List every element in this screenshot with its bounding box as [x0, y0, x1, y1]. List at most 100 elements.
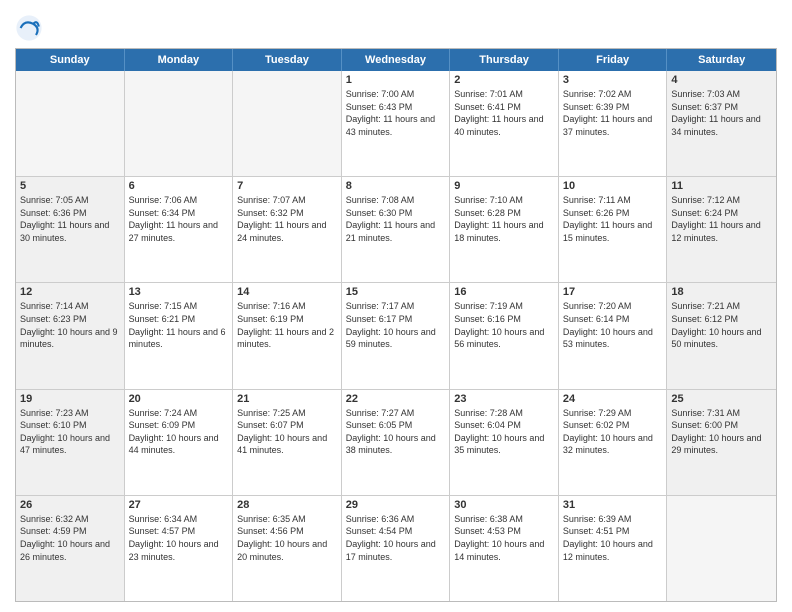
day-info: Sunrise: 7:14 AMSunset: 6:23 PMDaylight:… [20, 300, 120, 350]
day-cell-9: 9 Sunrise: 7:10 AMSunset: 6:28 PMDaylight… [450, 177, 559, 282]
empty-cell [125, 71, 234, 176]
day-number: 19 [20, 393, 120, 405]
day-info: Sunrise: 7:03 AMSunset: 6:37 PMDaylight:… [671, 88, 772, 138]
calendar-week-3: 12 Sunrise: 7:14 AMSunset: 6:23 PMDayligh… [16, 282, 776, 388]
day-number: 11 [671, 180, 772, 192]
logo-icon [15, 14, 43, 42]
day-info: Sunrise: 7:27 AMSunset: 6:05 PMDaylight:… [346, 407, 446, 457]
day-number: 6 [129, 180, 229, 192]
calendar-week-2: 5 Sunrise: 7:05 AMSunset: 6:36 PMDaylight… [16, 176, 776, 282]
day-info: Sunrise: 6:36 AMSunset: 4:54 PMDaylight:… [346, 513, 446, 563]
calendar-week-4: 19 Sunrise: 7:23 AMSunset: 6:10 PMDayligh… [16, 389, 776, 495]
day-cell-15: 15 Sunrise: 7:17 AMSunset: 6:17 PMDayligh… [342, 283, 451, 388]
day-cell-23: 23 Sunrise: 7:28 AMSunset: 6:04 PMDayligh… [450, 390, 559, 495]
day-cell-12: 12 Sunrise: 7:14 AMSunset: 6:23 PMDayligh… [16, 283, 125, 388]
day-cell-13: 13Sunrise: 7:15 AMSunset: 6:21 PMDayligh… [125, 283, 234, 388]
header [15, 10, 777, 42]
day-number: 16 [454, 286, 554, 298]
day-number: 23 [454, 393, 554, 405]
day-cell-4: 4 Sunrise: 7:03 AMSunset: 6:37 PMDaylight… [667, 71, 776, 176]
day-number: 15 [346, 286, 446, 298]
day-cell-18: 18Sunrise: 7:21 AMSunset: 6:12 PMDayligh… [667, 283, 776, 388]
day-info: Sunrise: 7:15 AMSunset: 6:21 PMDaylight:… [129, 300, 229, 350]
day-number: 8 [346, 180, 446, 192]
day-info: Sunrise: 7:17 AMSunset: 6:17 PMDaylight:… [346, 300, 446, 350]
day-cell-25: 25 Sunrise: 7:31 AMSunset: 6:00 PMDayligh… [667, 390, 776, 495]
day-number: 14 [237, 286, 337, 298]
day-cell-27: 27 Sunrise: 6:34 AMSunset: 4:57 PMDayligh… [125, 496, 234, 601]
day-number: 12 [20, 286, 120, 298]
day-info: Sunrise: 7:02 AMSunset: 6:39 PMDaylight:… [563, 88, 663, 138]
day-info: Sunrise: 7:29 AMSunset: 6:02 PMDaylight:… [563, 407, 663, 457]
header-day-friday: Friday [559, 49, 668, 71]
header-day-monday: Monday [125, 49, 234, 71]
day-info: Sunrise: 7:16 AMSunset: 6:19 PMDaylight:… [237, 300, 337, 350]
day-cell-16: 16 Sunrise: 7:19 AMSunset: 6:16 PMDayligh… [450, 283, 559, 388]
day-cell-1: 1 Sunrise: 7:00 AMSunset: 6:43 PMDaylight… [342, 71, 451, 176]
day-number: 21 [237, 393, 337, 405]
empty-cell [667, 496, 776, 601]
day-cell-29: 29 Sunrise: 6:36 AMSunset: 4:54 PMDayligh… [342, 496, 451, 601]
day-info: Sunrise: 7:00 AMSunset: 6:43 PMDaylight:… [346, 88, 446, 138]
day-info: Sunrise: 7:10 AMSunset: 6:28 PMDaylight:… [454, 194, 554, 244]
day-number: 2 [454, 74, 554, 86]
header-day-tuesday: Tuesday [233, 49, 342, 71]
day-cell-3: 3Sunrise: 7:02 AMSunset: 6:39 PMDaylight… [559, 71, 668, 176]
header-day-sunday: Sunday [16, 49, 125, 71]
day-info: Sunrise: 7:23 AMSunset: 6:10 PMDaylight:… [20, 407, 120, 457]
header-day-saturday: Saturday [667, 49, 776, 71]
day-info: Sunrise: 6:39 AMSunset: 4:51 PMDaylight:… [563, 513, 663, 563]
day-number: 22 [346, 393, 446, 405]
calendar-body: 1 Sunrise: 7:00 AMSunset: 6:43 PMDaylight… [16, 71, 776, 601]
calendar-week-5: 26 Sunrise: 6:32 AMSunset: 4:59 PMDayligh… [16, 495, 776, 601]
day-info: Sunrise: 6:34 AMSunset: 4:57 PMDaylight:… [129, 513, 229, 563]
day-number: 5 [20, 180, 120, 192]
day-number: 25 [671, 393, 772, 405]
day-cell-24: 24 Sunrise: 7:29 AMSunset: 6:02 PMDayligh… [559, 390, 668, 495]
day-cell-31: 31 Sunrise: 6:39 AMSunset: 4:51 PMDayligh… [559, 496, 668, 601]
day-info: Sunrise: 7:31 AMSunset: 6:00 PMDaylight:… [671, 407, 772, 457]
day-cell-22: 22 Sunrise: 7:27 AMSunset: 6:05 PMDayligh… [342, 390, 451, 495]
day-info: Sunrise: 7:28 AMSunset: 6:04 PMDaylight:… [454, 407, 554, 457]
day-cell-26: 26 Sunrise: 6:32 AMSunset: 4:59 PMDayligh… [16, 496, 125, 601]
day-number: 30 [454, 499, 554, 511]
day-cell-30: 30 Sunrise: 6:38 AMSunset: 4:53 PMDayligh… [450, 496, 559, 601]
day-number: 31 [563, 499, 663, 511]
day-info: Sunrise: 6:35 AMSunset: 4:56 PMDaylight:… [237, 513, 337, 563]
empty-cell [16, 71, 125, 176]
day-info: Sunrise: 7:19 AMSunset: 6:16 PMDaylight:… [454, 300, 554, 350]
logo [15, 14, 47, 42]
day-number: 1 [346, 74, 446, 86]
calendar-week-1: 1 Sunrise: 7:00 AMSunset: 6:43 PMDaylight… [16, 71, 776, 176]
day-info: Sunrise: 7:25 AMSunset: 6:07 PMDaylight:… [237, 407, 337, 457]
day-info: Sunrise: 6:38 AMSunset: 4:53 PMDaylight:… [454, 513, 554, 563]
day-cell-28: 28 Sunrise: 6:35 AMSunset: 4:56 PMDayligh… [233, 496, 342, 601]
day-number: 17 [563, 286, 663, 298]
day-info: Sunrise: 7:06 AMSunset: 6:34 PMDaylight:… [129, 194, 229, 244]
day-number: 20 [129, 393, 229, 405]
day-info: Sunrise: 6:32 AMSunset: 4:59 PMDaylight:… [20, 513, 120, 563]
day-info: Sunrise: 7:11 AMSunset: 6:26 PMDaylight:… [563, 194, 663, 244]
day-number: 28 [237, 499, 337, 511]
day-cell-8: 8Sunrise: 7:08 AMSunset: 6:30 PMDaylight… [342, 177, 451, 282]
day-info: Sunrise: 7:24 AMSunset: 6:09 PMDaylight:… [129, 407, 229, 457]
day-info: Sunrise: 7:05 AMSunset: 6:36 PMDaylight:… [20, 194, 120, 244]
day-cell-20: 20 Sunrise: 7:24 AMSunset: 6:09 PMDayligh… [125, 390, 234, 495]
day-number: 29 [346, 499, 446, 511]
day-cell-2: 2Sunrise: 7:01 AMSunset: 6:41 PMDaylight… [450, 71, 559, 176]
day-number: 26 [20, 499, 120, 511]
day-info: Sunrise: 7:07 AMSunset: 6:32 PMDaylight:… [237, 194, 337, 244]
day-cell-6: 6 Sunrise: 7:06 AMSunset: 6:34 PMDaylight… [125, 177, 234, 282]
day-number: 24 [563, 393, 663, 405]
header-day-thursday: Thursday [450, 49, 559, 71]
day-number: 27 [129, 499, 229, 511]
day-number: 4 [671, 74, 772, 86]
page: SundayMondayTuesdayWednesdayThursdayFrid… [0, 0, 792, 612]
day-number: 10 [563, 180, 663, 192]
day-number: 9 [454, 180, 554, 192]
day-cell-21: 21 Sunrise: 7:25 AMSunset: 6:07 PMDayligh… [233, 390, 342, 495]
header-day-wednesday: Wednesday [342, 49, 451, 71]
empty-cell [233, 71, 342, 176]
day-cell-10: 10 Sunrise: 7:11 AMSunset: 6:26 PMDayligh… [559, 177, 668, 282]
day-cell-7: 7Sunrise: 7:07 AMSunset: 6:32 PMDaylight… [233, 177, 342, 282]
